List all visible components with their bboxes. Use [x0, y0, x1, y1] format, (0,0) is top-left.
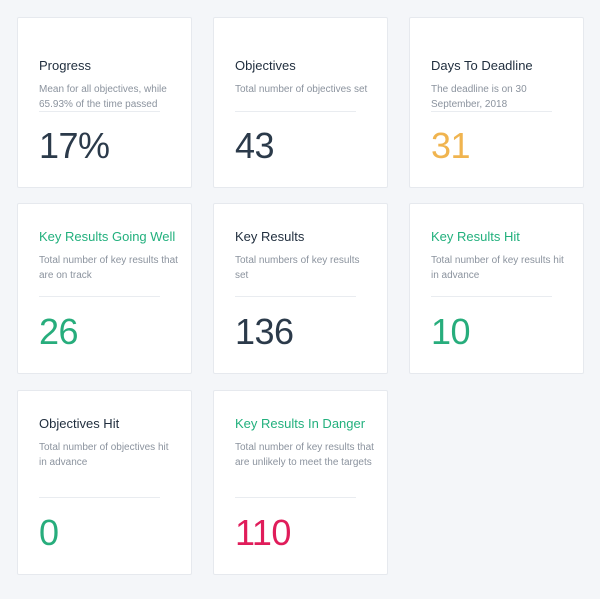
card-value: 10 [431, 311, 471, 352]
card-divider [431, 111, 552, 112]
card-value: 136 [235, 311, 294, 352]
key-results-card: Key Results Total numbers of key results… [213, 203, 388, 374]
objectives-hit-card: Objectives Hit Total number of objective… [17, 390, 192, 575]
card-description: Total number of key results hit in advan… [431, 255, 564, 281]
card-title: Progress [39, 58, 92, 73]
card-description: Total number of objectives hit in advanc… [39, 442, 169, 468]
card-divider [235, 111, 356, 112]
card-value: 31 [431, 125, 471, 166]
key-results-hit-card: Key Results Hit Total number of key resu… [409, 203, 584, 374]
card-title: Key Results Hit [431, 229, 520, 244]
card-description: Mean for all objectives, while 65.93% of… [39, 84, 167, 110]
card-divider [431, 296, 552, 297]
key-results-going-well-card: Key Results Going Well Total number of k… [17, 203, 192, 374]
card-divider [39, 296, 160, 297]
progress-card: Progress Mean for all objectives, while … [17, 17, 192, 188]
card-title: Key Results [235, 229, 305, 244]
card-value: 17% [39, 125, 110, 166]
card-divider [235, 296, 356, 297]
card-description: Total number of objectives set [235, 84, 368, 95]
card-title: Days To Deadline [431, 58, 533, 73]
card-description: Total number of key results that are unl… [235, 442, 374, 468]
card-value: 0 [39, 512, 59, 553]
card-value: 110 [235, 512, 291, 553]
card-divider [235, 497, 356, 498]
key-results-in-danger-card: Key Results In Danger Total number of ke… [213, 390, 388, 575]
card-title: Objectives [235, 58, 296, 73]
card-title: Key Results In Danger [235, 416, 366, 431]
card-title: Key Results Going Well [39, 229, 176, 244]
card-value: 26 [39, 311, 79, 352]
card-divider [39, 497, 160, 498]
card-description: Total numbers of key results set [235, 255, 360, 281]
card-description: Total number of key results that are on … [39, 255, 178, 281]
days-to-deadline-card: Days To Deadline The deadline is on 30 S… [409, 17, 584, 188]
objectives-card: Objectives Total number of objectives se… [213, 17, 388, 188]
card-divider [39, 111, 160, 112]
card-value: 43 [235, 125, 275, 166]
card-description: The deadline is on 30 September, 2018 [431, 84, 527, 110]
card-title: Objectives Hit [39, 416, 120, 431]
